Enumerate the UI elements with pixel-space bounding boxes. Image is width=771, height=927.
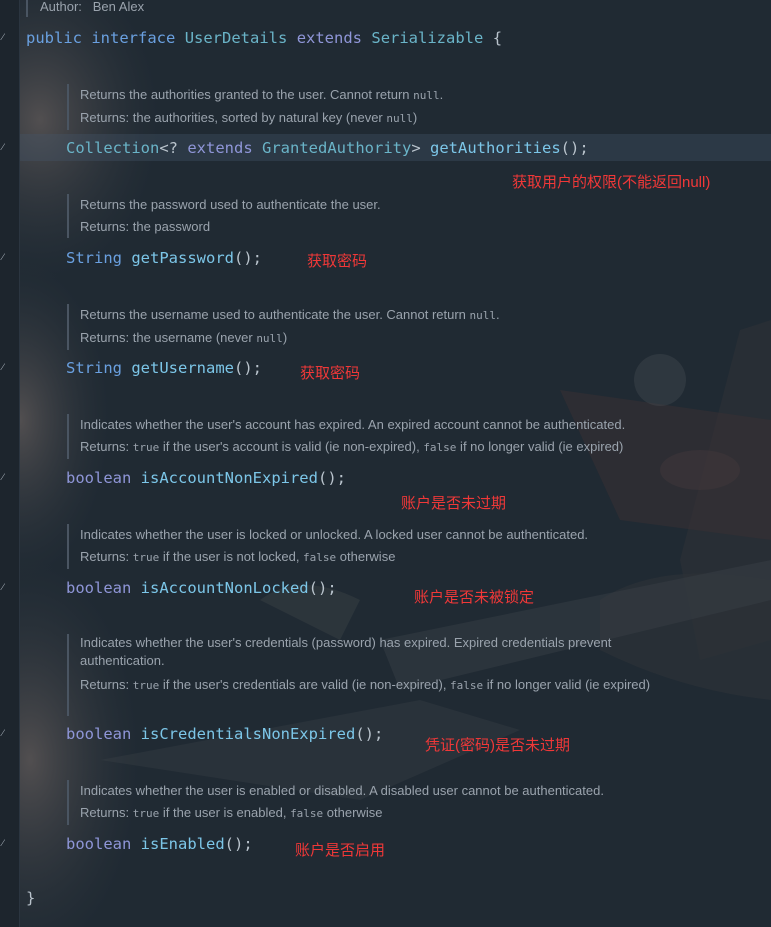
annotation-note: 获取密码 [300, 365, 361, 382]
annotation-note: 账户是否未过期 [401, 495, 507, 512]
parent-type[interactable]: Serializable [371, 29, 483, 47]
keyword-interface: interface [91, 29, 176, 47]
annotation-note: 凭证(密码)是否未过期 [425, 737, 570, 754]
method-name[interactable]: getAuthorities [430, 139, 561, 157]
return-type: boolean [66, 725, 132, 743]
interface-declaration[interactable]: public interface UserDetails extends Ser… [26, 28, 502, 48]
method-is-enabled[interactable]: boolean isEnabled(); [66, 834, 253, 854]
method-is-credentials-non-expired[interactable]: boolean isCredentialsNonExpired(); [66, 724, 383, 744]
method-name[interactable]: getPassword [131, 249, 234, 267]
author-label: Author: [40, 0, 82, 14]
annotation-note: 获取用户的权限(不能返回null) [512, 174, 711, 191]
method-get-password[interactable]: String getPassword(); [66, 248, 262, 268]
return-type[interactable]: String [66, 249, 122, 267]
method-is-account-non-locked[interactable]: boolean isAccountNonLocked(); [66, 578, 337, 598]
return-type: boolean [66, 469, 132, 487]
keyword-public: public [26, 29, 82, 47]
gutter-marker-icon[interactable]: ⁄ [2, 840, 8, 849]
gutter-marker-icon[interactable]: ⁄ [2, 730, 8, 739]
annotation-note: 账户是否未被锁定 [414, 589, 535, 606]
javadoc-is-credentials-non-expired: Indicates whether the user's credentials… [67, 634, 650, 716]
method-name[interactable]: isCredentialsNonExpired [141, 725, 356, 743]
method-name[interactable]: getUsername [131, 359, 234, 377]
gutter-marker-icon[interactable]: ⁄ [2, 254, 8, 263]
method-name[interactable]: isAccountNonLocked [141, 579, 309, 597]
return-type[interactable]: Collection [66, 139, 159, 157]
javadoc-get-username: Returns the username used to authenticat… [67, 304, 500, 350]
keyword-extends: extends [296, 29, 363, 47]
return-type[interactable]: String [66, 359, 122, 377]
javadoc-is-account-non-locked: Indicates whether the user is locked or … [67, 524, 588, 569]
return-type: boolean [66, 835, 132, 853]
gutter-marker-icon[interactable]: ⁄ [2, 364, 8, 373]
close-brace: } [26, 889, 36, 907]
gutter-marker-icon[interactable]: ⁄ [2, 474, 8, 483]
javadoc-is-enabled: Indicates whether the user is enabled or… [67, 780, 604, 825]
javadoc-get-password: Returns the password used to authenticat… [67, 194, 381, 238]
gutter-marker-icon[interactable]: ⁄ [2, 584, 8, 593]
method-name[interactable]: isAccountNonExpired [141, 469, 318, 487]
method-get-authorities[interactable]: Collection<? extends GrantedAuthority> g… [66, 138, 589, 158]
return-type: boolean [66, 579, 132, 597]
method-is-account-non-expired[interactable]: boolean isAccountNonExpired(); [66, 468, 346, 488]
javadoc-get-authorities: Returns the authorities granted to the u… [67, 84, 443, 130]
gutter-marker-icon[interactable]: ⁄ [2, 144, 8, 153]
open-brace: { [492, 29, 503, 47]
annotation-note: 账户是否启用 [295, 842, 386, 859]
editor-gutter [0, 0, 20, 927]
method-name[interactable]: isEnabled [141, 835, 225, 853]
author-name: Ben Alex [92, 0, 145, 14]
interface-name[interactable]: UserDetails [185, 29, 288, 47]
javadoc-author: Author: Ben Alex [26, 0, 144, 17]
annotation-note: 获取密码 [307, 253, 368, 270]
gutter-marker-icon[interactable]: ⁄ [2, 34, 8, 43]
javadoc-is-account-non-expired: Indicates whether the user's account has… [67, 414, 625, 459]
method-get-username[interactable]: String getUsername(); [66, 358, 262, 378]
